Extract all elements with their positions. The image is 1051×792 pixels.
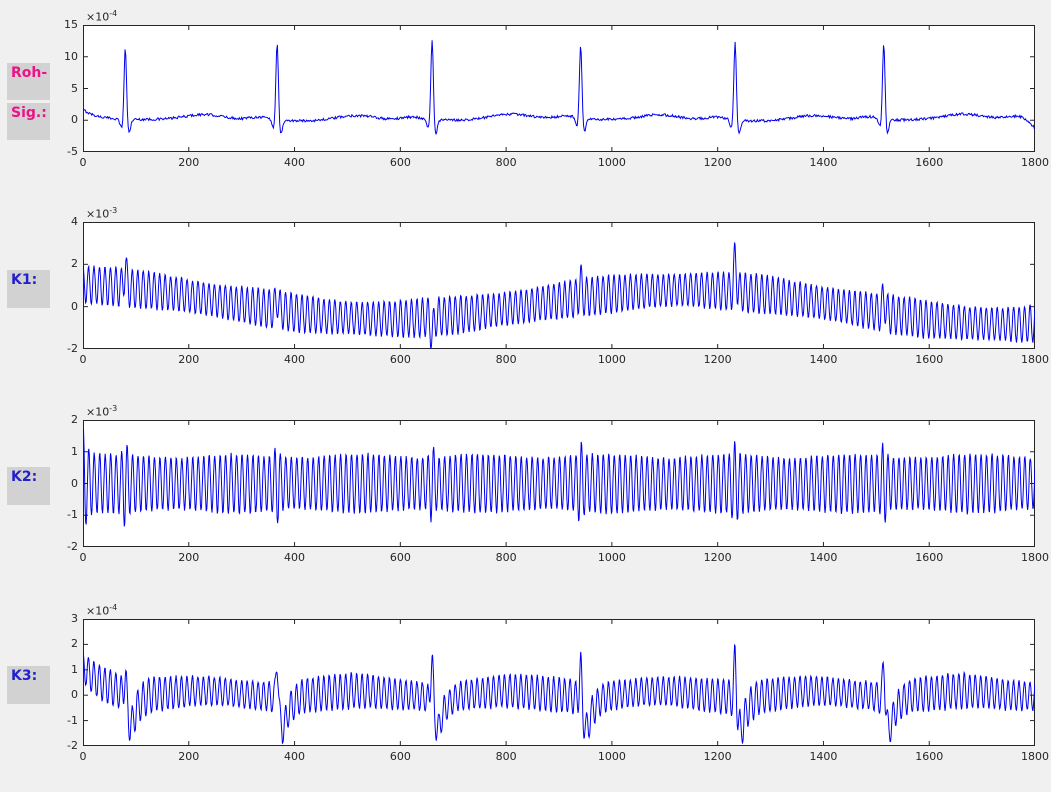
- x-tick-label: 1200: [693, 156, 743, 169]
- x-tick-label: 800: [481, 156, 531, 169]
- y-tick-label: 0: [44, 688, 78, 701]
- x-tick-label: 1600: [904, 353, 954, 366]
- subplot-k1: 020040060080010001200140016001800-2024×1…: [0, 197, 1051, 367]
- axis-scale-label: ×10-4: [86, 9, 117, 24]
- k2-plot-area: [83, 420, 1035, 547]
- x-tick-label: 400: [270, 750, 320, 763]
- y-tick-label: 5: [44, 82, 78, 95]
- axis-scale-label: ×10-3: [86, 206, 117, 221]
- x-tick-label: 800: [481, 551, 531, 564]
- x-tick-label: 800: [481, 353, 531, 366]
- x-tick-label: 1400: [798, 750, 848, 763]
- y-tick-label: -5: [44, 145, 78, 158]
- x-tick-label: 1400: [798, 353, 848, 366]
- x-tick-label: 800: [481, 750, 531, 763]
- y-tick-label: 3: [44, 612, 78, 625]
- x-tick-label: 600: [375, 353, 425, 366]
- x-tick-label: 1400: [798, 551, 848, 564]
- subplot-k3: 020040060080010001200140016001800-2-1012…: [0, 594, 1051, 769]
- y-tick-label: 2: [44, 637, 78, 650]
- x-tick-label: 1600: [904, 156, 954, 169]
- x-tick-label: 200: [164, 353, 214, 366]
- y-tick-label: 2: [44, 257, 78, 270]
- y-tick-label: 2: [44, 413, 78, 426]
- y-tick-label: 1: [44, 445, 78, 458]
- x-tick-label: 1800: [1010, 750, 1051, 763]
- x-tick-label: 1000: [587, 551, 637, 564]
- x-tick-label: 1000: [587, 156, 637, 169]
- x-tick-label: 400: [270, 156, 320, 169]
- y-tick-label: -2: [44, 540, 78, 553]
- y-tick-label: -1: [44, 508, 78, 521]
- x-tick-label: 1200: [693, 750, 743, 763]
- x-tick-label: 200: [164, 156, 214, 169]
- x-tick-label: 1000: [587, 750, 637, 763]
- k1-plot-area: [83, 222, 1035, 349]
- y-tick-label: -2: [44, 342, 78, 355]
- x-tick-label: 400: [270, 551, 320, 564]
- y-tick-label: -1: [44, 714, 78, 727]
- axis-scale-label: ×10-4: [86, 603, 117, 618]
- x-tick-label: 1800: [1010, 156, 1051, 169]
- x-tick-label: 200: [164, 551, 214, 564]
- k3-plot-area: [83, 619, 1035, 746]
- y-tick-label: 1: [44, 663, 78, 676]
- x-tick-label: 1000: [587, 353, 637, 366]
- x-tick-label: 600: [375, 156, 425, 169]
- y-tick-label: 15: [44, 18, 78, 31]
- subplot-roh-sig: 020040060080010001200140016001800-505101…: [0, 0, 1051, 170]
- x-tick-label: 1600: [904, 750, 954, 763]
- x-tick-label: 1800: [1010, 551, 1051, 564]
- subplot-k2: 020040060080010001200140016001800-2-1012…: [0, 395, 1051, 565]
- y-tick-label: 0: [44, 477, 78, 490]
- y-tick-label: 10: [44, 50, 78, 63]
- y-tick-label: -2: [44, 739, 78, 752]
- x-tick-label: 600: [375, 750, 425, 763]
- x-tick-label: 600: [375, 551, 425, 564]
- x-tick-label: 400: [270, 353, 320, 366]
- figure-canvas: Roh- Sig.: K1: K2: K3: 02004006008001000…: [0, 0, 1051, 792]
- x-tick-label: 1200: [693, 353, 743, 366]
- x-tick-label: 200: [164, 750, 214, 763]
- roh-sig-plot-area: [83, 25, 1035, 152]
- x-tick-label: 1400: [798, 156, 848, 169]
- x-tick-label: 1600: [904, 551, 954, 564]
- x-tick-label: 1800: [1010, 353, 1051, 366]
- y-tick-label: 0: [44, 113, 78, 126]
- y-tick-label: 0: [44, 300, 78, 313]
- x-tick-label: 1200: [693, 551, 743, 564]
- axis-scale-label: ×10-3: [86, 404, 117, 419]
- y-tick-label: 4: [44, 215, 78, 228]
